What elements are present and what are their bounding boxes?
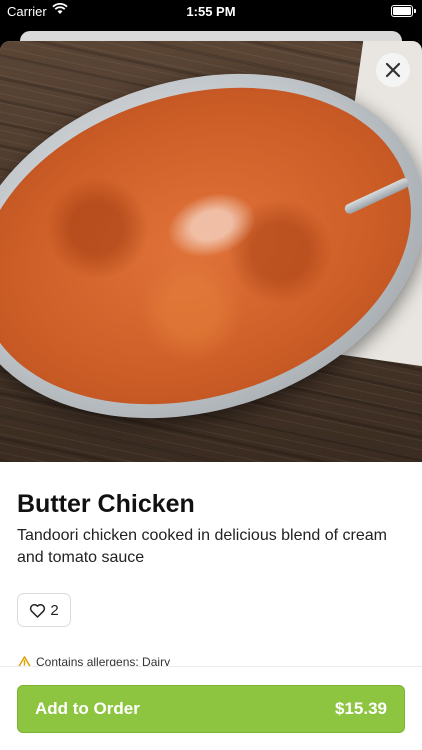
add-to-order-label: Add to Order (35, 699, 140, 718)
item-description: Tandoori chicken cooked in delicious ble… (17, 527, 387, 566)
item-photo (0, 41, 422, 462)
status-time: 1:55 PM (186, 4, 236, 19)
battery-icon (391, 5, 416, 17)
curry (0, 41, 422, 456)
close-icon (385, 62, 401, 78)
heart-icon (30, 603, 46, 618)
like-count: 2 (50, 601, 59, 619)
add-to-order-button[interactable]: Add to Order $15.39 (17, 685, 405, 733)
close-button[interactable] (376, 53, 410, 87)
curry-dish (0, 41, 422, 462)
order-footer: Add to Order $15.39 (0, 666, 422, 750)
item-detail-sheet: Butter Chicken Tandoori chicken cooked i… (0, 41, 422, 750)
item-title: Butter Chicken (17, 490, 195, 518)
status-bar: Carrier 1:55 PM (0, 0, 422, 22)
like-button[interactable]: 2 (17, 593, 71, 627)
item-price: $15.39 (335, 699, 387, 718)
